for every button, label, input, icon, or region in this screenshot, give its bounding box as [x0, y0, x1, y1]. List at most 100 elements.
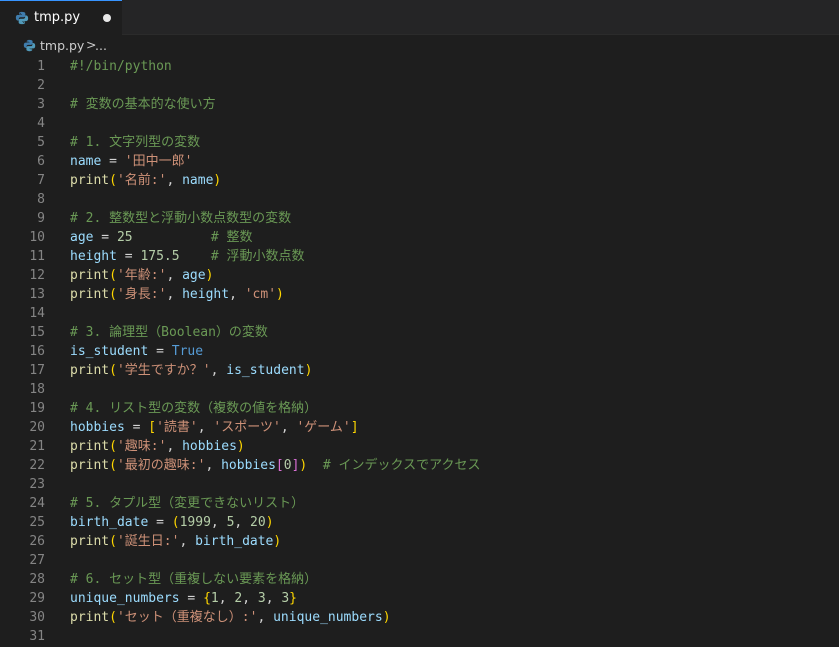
string-token: '身長:' — [116, 287, 167, 302]
operator-token: , — [166, 173, 183, 188]
code-line[interactable]: 25 birth_date = (1999, 5, 20) — [0, 513, 839, 532]
code-text[interactable]: # 2. 整数型と浮動小数点数型の変数 — [70, 209, 291, 228]
code-text[interactable]: # 6. セット型（重複しない要素を格納） — [70, 570, 317, 589]
code-text[interactable]: height = 175.5 # 浮動小数点数 — [70, 247, 305, 266]
code-text[interactable]: # 5. タプル型（変更できないリスト） — [70, 494, 304, 513]
code-line[interactable]: 28 # 6. セット型（重複しない要素を格納） — [0, 570, 839, 589]
line-number: 25 — [29, 515, 45, 530]
code-text[interactable]: birth_date = (1999, 5, 20) — [70, 513, 274, 532]
breadcrumb-symbols[interactable]: ... — [95, 38, 107, 53]
code-line[interactable]: 26 print('誕生日:', birth_date) — [0, 532, 839, 551]
code-line[interactable]: 21 print('趣味:', hobbies) — [0, 437, 839, 456]
bracket-token: ) — [276, 287, 284, 302]
string-token: '年齢:' — [116, 268, 167, 283]
code-text[interactable]: age = 25 # 整数 — [70, 228, 253, 247]
code-text[interactable]: # 1. 文字列型の変数 — [70, 133, 200, 152]
line-number: 7 — [37, 173, 45, 188]
code-text[interactable]: print('趣味:', hobbies) — [70, 437, 245, 456]
bracket-token: ) — [265, 515, 274, 530]
identifier-token: hobbies — [70, 420, 125, 435]
line-number: 22 — [29, 458, 45, 473]
tab-tmp-py[interactable]: tmp.py — [0, 0, 122, 35]
comment-token: # 3. 論理型（Boolean）の変数 — [70, 325, 268, 340]
operator-token: , — [210, 515, 227, 530]
comment-token: # 整数 — [210, 230, 253, 245]
code-line[interactable]: 9 # 2. 整数型と浮動小数点数型の変数 — [0, 209, 839, 228]
tab-bar: tmp.py — [0, 0, 839, 35]
operator-token: , — [242, 591, 258, 606]
code-line[interactable]: 27 — [0, 551, 839, 570]
code-text[interactable]: print('身長:', height, 'cm') — [70, 285, 284, 304]
function-token: print — [70, 610, 110, 625]
code-line[interactable]: 19 # 4. リスト型の変数（複数の値を格納） — [0, 399, 839, 418]
code-line[interactable]: 29 unique_numbers = {1, 2, 3, 3} — [0, 589, 839, 608]
code-text[interactable]: hobbies = ['読書', 'スポーツ', 'ゲーム'] — [70, 418, 359, 437]
bracket-token: ] — [350, 420, 359, 435]
identifier-token: name — [70, 154, 102, 169]
code-text[interactable]: is_student = True — [70, 342, 203, 361]
code-text[interactable]: print('学生ですか？', is_student) — [70, 361, 312, 380]
operator-token: = — [148, 515, 172, 530]
code-editor[interactable]: 1 #!/bin/python 2 3 # 変数の基本的な使い方 4 5 # 1. 文字列型の… — [0, 57, 839, 647]
code-line[interactable]: 20 hobbies = ['読書', 'スポーツ', 'ゲーム'] — [0, 418, 839, 437]
identifier-token: age — [182, 268, 206, 283]
code-line[interactable]: 3 # 変数の基本的な使い方 — [0, 95, 839, 114]
unsaved-dot-icon[interactable] — [103, 14, 111, 22]
operator-token — [307, 458, 323, 473]
code-text[interactable]: print('誕生日:', birth_date) — [70, 532, 281, 551]
code-line[interactable]: 7 print('名前:', name) — [0, 171, 839, 190]
keyword-token: True — [171, 344, 204, 359]
code-line[interactable]: 18 — [0, 380, 839, 399]
code-line[interactable]: 2 — [0, 76, 839, 95]
breadcrumb: tmp.py > ... — [0, 35, 839, 57]
code-text[interactable]: #!/bin/python — [70, 57, 172, 76]
code-line[interactable]: 8 — [0, 190, 839, 209]
code-line[interactable]: 4 — [0, 114, 839, 133]
bracket-token: ) — [213, 173, 222, 188]
line-number: 14 — [29, 306, 45, 321]
code-line[interactable]: 15 # 3. 論理型（Boolean）の変数 — [0, 323, 839, 342]
code-line[interactable]: 11 height = 175.5 # 浮動小数点数 — [0, 247, 839, 266]
code-text[interactable]: print('最初の趣味:', hobbies[0]) # インデックスでアクセ… — [70, 456, 481, 475]
code-line[interactable]: 10 age = 25 # 整数 — [0, 228, 839, 247]
code-line[interactable]: 14 — [0, 304, 839, 323]
code-line[interactable]: 31 — [0, 627, 839, 646]
bracket-token: } — [289, 591, 297, 606]
code-line[interactable]: 30 print('セット（重複なし）:', unique_numbers) — [0, 608, 839, 627]
string-token: '趣味:' — [116, 439, 167, 454]
comment-token: # 4. リスト型の変数（複数の値を格納） — [70, 401, 318, 416]
python-icon — [23, 39, 36, 52]
breadcrumb-file[interactable]: tmp.py — [40, 38, 84, 53]
code-text[interactable]: print('名前:', name) — [70, 171, 221, 190]
code-text[interactable]: print('セット（重複なし）:', unique_numbers) — [70, 608, 391, 627]
code-line[interactable]: 13 print('身長:', height, 'cm') — [0, 285, 839, 304]
bracket-token: [ — [275, 458, 284, 473]
code-line[interactable]: 6 name = '田中一郎' — [0, 152, 839, 171]
bracket-token: ( — [109, 363, 117, 378]
code-line[interactable]: 23 — [0, 475, 839, 494]
number-token: 3 — [257, 591, 266, 606]
code-text[interactable]: name = '田中一郎' — [70, 152, 192, 171]
code-line[interactable]: 24 # 5. タプル型（変更できないリスト） — [0, 494, 839, 513]
code-text[interactable]: # 4. リスト型の変数（複数の値を格納） — [70, 399, 317, 418]
operator-token: , — [197, 420, 214, 435]
function-token: print — [70, 287, 110, 302]
code-line[interactable]: 12 print('年齢:', age) — [0, 266, 839, 285]
code-text[interactable]: # 3. 論理型（Boolean）の変数 — [70, 323, 268, 342]
code-line[interactable]: 17 print('学生ですか？', is_student) — [0, 361, 839, 380]
code-text[interactable]: unique_numbers = {1, 2, 3, 3} — [70, 589, 297, 608]
operator-token: = — [148, 344, 172, 359]
string-token: 'ゲーム' — [296, 420, 351, 435]
code-text[interactable]: print('年齢:', age) — [70, 266, 213, 285]
code-text[interactable]: # 変数の基本的な使い方 — [70, 95, 216, 114]
code-line[interactable]: 22 print('最初の趣味:', hobbies[0]) # インデックスでア… — [0, 456, 839, 475]
line-number: 27 — [29, 553, 45, 568]
operator-token: , — [210, 363, 227, 378]
code-line[interactable]: 5 # 1. 文字列型の変数 — [0, 133, 839, 152]
comment-token: # 6. セット型（重複しない要素を格納） — [70, 572, 318, 587]
code-line[interactable]: 16 is_student = True — [0, 342, 839, 361]
string-token: '読書' — [156, 420, 198, 435]
code-line[interactable]: 1 #!/bin/python — [0, 57, 839, 76]
line-number: 29 — [29, 591, 45, 606]
line-number: 5 — [37, 135, 45, 150]
